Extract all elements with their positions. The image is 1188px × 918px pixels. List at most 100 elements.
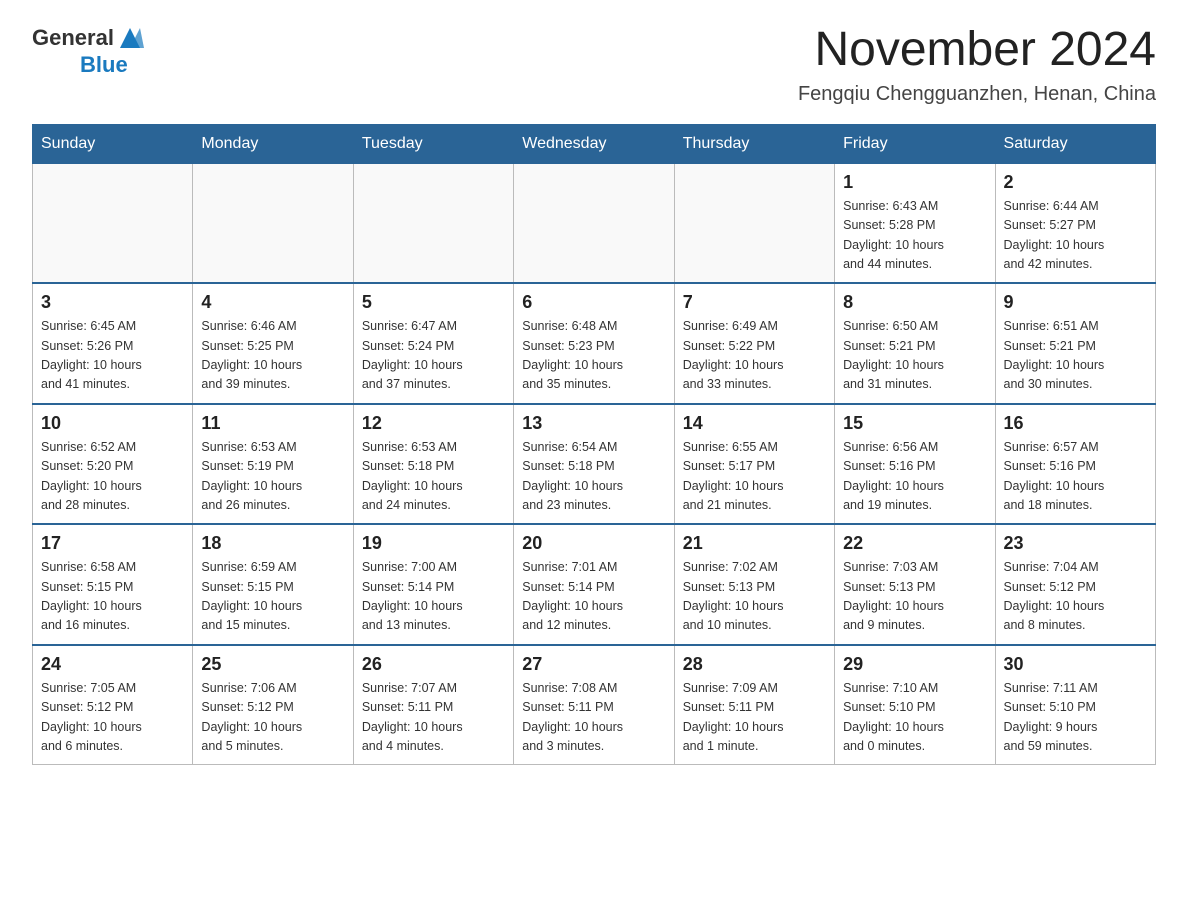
calendar-cell-w1-d5: 8Sunrise: 6:50 AMSunset: 5:21 PMDaylight… — [835, 283, 995, 404]
weekday-header-tuesday: Tuesday — [353, 124, 513, 163]
calendar-cell-w3-d5: 22Sunrise: 7:03 AMSunset: 5:13 PMDayligh… — [835, 524, 995, 645]
day-info-11: Sunrise: 6:53 AMSunset: 5:19 PMDaylight:… — [201, 438, 344, 516]
weekday-header-sunday: Sunday — [33, 124, 193, 163]
day-number-30: 30 — [1004, 654, 1147, 675]
calendar-cell-w4-d1: 25Sunrise: 7:06 AMSunset: 5:12 PMDayligh… — [193, 645, 353, 765]
day-info-6: Sunrise: 6:48 AMSunset: 5:23 PMDaylight:… — [522, 317, 665, 395]
calendar-cell-w3-d0: 17 Sunrise: 6:58 AMSunset: 5:15 PMDayligh… — [33, 524, 193, 645]
day-info-24: Sunrise: 7:05 AMSunset: 5:12 PMDaylight:… — [41, 679, 184, 757]
weekday-header-friday: Friday — [835, 124, 995, 163]
calendar-cell-w1-d6: 9 Sunrise: 6:51 AMSunset: 5:21 PMDaylight… — [995, 283, 1155, 404]
week-row-0: 1 Sunrise: 6:43 AMSunset: 5:28 PMDaylight… — [33, 163, 1156, 283]
calendar-table: SundayMondayTuesdayWednesdayThursdayFrid… — [32, 124, 1156, 766]
weekday-header-thursday: Thursday — [674, 124, 834, 163]
location-title: Fengqiu Chengguanzhen, Henan, China — [798, 83, 1156, 106]
day-number-11: 11 — [201, 413, 344, 434]
day-info-20: Sunrise: 7:01 AMSunset: 5:14 PMDaylight:… — [522, 558, 665, 636]
day-number-23: 23 — [1004, 533, 1147, 554]
calendar-cell-w3-d6: 23Sunrise: 7:04 AMSunset: 5:12 PMDayligh… — [995, 524, 1155, 645]
logo-icon — [116, 24, 144, 52]
day-info-17: Sunrise: 6:58 AMSunset: 5:15 PMDaylight:… — [41, 558, 184, 636]
calendar-cell-w0-d4 — [674, 163, 834, 283]
logo: General Blue — [32, 24, 144, 78]
title-area: November 2024 Fengqiu Chengguanzhen, Hen… — [798, 24, 1156, 106]
day-number-12: 12 — [362, 413, 505, 434]
day-number-24: 24 — [41, 654, 184, 675]
day-info-12: Sunrise: 6:53 AMSunset: 5:18 PMDaylight:… — [362, 438, 505, 516]
day-number-4: 4 — [201, 292, 344, 313]
day-info-1: Sunrise: 6:43 AMSunset: 5:28 PMDaylight:… — [843, 197, 986, 275]
day-number-14: 14 — [683, 413, 826, 434]
day-info-27: Sunrise: 7:08 AMSunset: 5:11 PMDaylight:… — [522, 679, 665, 757]
day-info-22: Sunrise: 7:03 AMSunset: 5:13 PMDaylight:… — [843, 558, 986, 636]
calendar-cell-w3-d3: 20 Sunrise: 7:01 AMSunset: 5:14 PMDayligh… — [514, 524, 674, 645]
week-row-2: 10Sunrise: 6:52 AMSunset: 5:20 PMDayligh… — [33, 404, 1156, 525]
month-title: November 2024 — [798, 24, 1156, 77]
calendar-cell-w4-d3: 27 Sunrise: 7:08 AMSunset: 5:11 PMDayligh… — [514, 645, 674, 765]
day-number-6: 6 — [522, 292, 665, 313]
day-number-13: 13 — [522, 413, 665, 434]
day-number-1: 1 — [843, 172, 986, 193]
week-row-1: 3 Sunrise: 6:45 AMSunset: 5:26 PMDaylight… — [33, 283, 1156, 404]
calendar-cell-w2-d6: 16 Sunrise: 6:57 AMSunset: 5:16 PMDayligh… — [995, 404, 1155, 525]
calendar-cell-w4-d0: 24 Sunrise: 7:05 AMSunset: 5:12 PMDayligh… — [33, 645, 193, 765]
day-info-16: Sunrise: 6:57 AMSunset: 5:16 PMDaylight:… — [1004, 438, 1147, 516]
day-number-2: 2 — [1004, 172, 1147, 193]
calendar-cell-w4-d5: 29 Sunrise: 7:10 AMSunset: 5:10 PMDayligh… — [835, 645, 995, 765]
day-info-14: Sunrise: 6:55 AMSunset: 5:17 PMDaylight:… — [683, 438, 826, 516]
calendar-cell-w2-d2: 12 Sunrise: 6:53 AMSunset: 5:18 PMDayligh… — [353, 404, 513, 525]
day-info-21: Sunrise: 7:02 AMSunset: 5:13 PMDaylight:… — [683, 558, 826, 636]
weekday-header-saturday: Saturday — [995, 124, 1155, 163]
day-info-15: Sunrise: 6:56 AMSunset: 5:16 PMDaylight:… — [843, 438, 986, 516]
day-info-9: Sunrise: 6:51 AMSunset: 5:21 PMDaylight:… — [1004, 317, 1147, 395]
weekday-header-monday: Monday — [193, 124, 353, 163]
day-number-3: 3 — [41, 292, 184, 313]
calendar-cell-w1-d2: 5 Sunrise: 6:47 AMSunset: 5:24 PMDaylight… — [353, 283, 513, 404]
day-number-10: 10 — [41, 413, 184, 434]
day-info-2: Sunrise: 6:44 AMSunset: 5:27 PMDaylight:… — [1004, 197, 1147, 275]
day-number-17: 17 — [41, 533, 184, 554]
calendar-cell-w1-d4: 7Sunrise: 6:49 AMSunset: 5:22 PMDaylight… — [674, 283, 834, 404]
weekday-header-row: SundayMondayTuesdayWednesdayThursdayFrid… — [33, 124, 1156, 163]
day-info-13: Sunrise: 6:54 AMSunset: 5:18 PMDaylight:… — [522, 438, 665, 516]
calendar-cell-w3-d4: 21 Sunrise: 7:02 AMSunset: 5:13 PMDayligh… — [674, 524, 834, 645]
calendar-cell-w1-d0: 3 Sunrise: 6:45 AMSunset: 5:26 PMDaylight… — [33, 283, 193, 404]
day-number-16: 16 — [1004, 413, 1147, 434]
calendar-cell-w3-d1: 18Sunrise: 6:59 AMSunset: 5:15 PMDayligh… — [193, 524, 353, 645]
day-number-27: 27 — [522, 654, 665, 675]
day-info-25: Sunrise: 7:06 AMSunset: 5:12 PMDaylight:… — [201, 679, 344, 757]
calendar-cell-w4-d4: 28 Sunrise: 7:09 AMSunset: 5:11 PMDayligh… — [674, 645, 834, 765]
day-info-19: Sunrise: 7:00 AMSunset: 5:14 PMDaylight:… — [362, 558, 505, 636]
day-info-26: Sunrise: 7:07 AMSunset: 5:11 PMDaylight:… — [362, 679, 505, 757]
day-number-20: 20 — [522, 533, 665, 554]
day-number-9: 9 — [1004, 292, 1147, 313]
day-number-5: 5 — [362, 292, 505, 313]
day-number-29: 29 — [843, 654, 986, 675]
calendar-cell-w0-d1 — [193, 163, 353, 283]
calendar-cell-w1-d1: 4 Sunrise: 6:46 AMSunset: 5:25 PMDaylight… — [193, 283, 353, 404]
calendar-cell-w4-d2: 26 Sunrise: 7:07 AMSunset: 5:11 PMDayligh… — [353, 645, 513, 765]
day-number-26: 26 — [362, 654, 505, 675]
day-info-5: Sunrise: 6:47 AMSunset: 5:24 PMDaylight:… — [362, 317, 505, 395]
calendar-cell-w2-d5: 15 Sunrise: 6:56 AMSunset: 5:16 PMDayligh… — [835, 404, 995, 525]
day-number-21: 21 — [683, 533, 826, 554]
weekday-header-wednesday: Wednesday — [514, 124, 674, 163]
day-info-8: Sunrise: 6:50 AMSunset: 5:21 PMDaylight:… — [843, 317, 986, 395]
calendar-cell-w3-d2: 19Sunrise: 7:00 AMSunset: 5:14 PMDayligh… — [353, 524, 513, 645]
week-row-4: 24 Sunrise: 7:05 AMSunset: 5:12 PMDayligh… — [33, 645, 1156, 765]
day-info-3: Sunrise: 6:45 AMSunset: 5:26 PMDaylight:… — [41, 317, 184, 395]
calendar-cell-w0-d2 — [353, 163, 513, 283]
day-number-15: 15 — [843, 413, 986, 434]
day-info-4: Sunrise: 6:46 AMSunset: 5:25 PMDaylight:… — [201, 317, 344, 395]
day-number-28: 28 — [683, 654, 826, 675]
day-info-28: Sunrise: 7:09 AMSunset: 5:11 PMDaylight:… — [683, 679, 826, 757]
calendar-cell-w2-d3: 13 Sunrise: 6:54 AMSunset: 5:18 PMDayligh… — [514, 404, 674, 525]
calendar-cell-w0-d5: 1 Sunrise: 6:43 AMSunset: 5:28 PMDaylight… — [835, 163, 995, 283]
day-number-18: 18 — [201, 533, 344, 554]
week-row-3: 17 Sunrise: 6:58 AMSunset: 5:15 PMDayligh… — [33, 524, 1156, 645]
calendar-cell-w1-d3: 6 Sunrise: 6:48 AMSunset: 5:23 PMDaylight… — [514, 283, 674, 404]
logo-blue: Blue — [80, 52, 128, 78]
day-info-29: Sunrise: 7:10 AMSunset: 5:10 PMDaylight:… — [843, 679, 986, 757]
calendar-cell-w0-d0 — [33, 163, 193, 283]
day-number-7: 7 — [683, 292, 826, 313]
